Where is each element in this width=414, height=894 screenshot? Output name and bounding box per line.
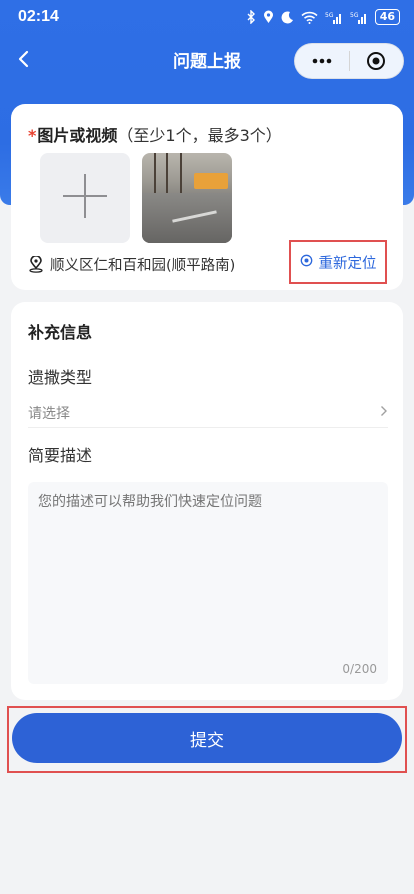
bluetooth-icon [247,10,256,24]
signal-icon: 5G [325,11,343,24]
plus-icon [61,172,109,224]
status-icons: 5G 5G 46 [247,9,400,25]
submit-button[interactable]: 提交 [12,713,402,763]
media-hint: （至少1个，最多3个） [117,126,282,145]
location-text: 顺义区仁和百和园(顺平路南) [50,258,236,274]
wifi-icon [301,11,318,24]
media-thumbnail[interactable] [142,153,232,243]
media-title-text: 图片或视频 [37,126,118,145]
svg-text:5G: 5G [350,12,359,19]
add-media-button[interactable] [40,153,130,243]
required-mark: * [28,126,37,145]
info-title: 补充信息 [28,323,93,342]
relocate-button[interactable]: 重新定位 [289,240,387,284]
description-field[interactable] [28,482,388,684]
target-icon [300,254,313,271]
status-time: 02:14 [18,8,59,25]
relocate-label: 重新定位 [318,255,377,272]
signal-icon: 5G [350,11,368,24]
battery-icon: 46 [374,9,400,25]
media-title: *图片或视频（至少1个，最多3个） [28,122,282,146]
type-placeholder: 请选择 [28,405,70,422]
location-icon [263,10,274,24]
desc-label: 简要描述 [28,446,93,465]
nav-bar: 问题上报 [0,34,414,86]
location-row: 顺义区仁和百和园(顺平路南) [28,254,235,275]
circle-target-icon[interactable] [350,44,404,78]
more-dots-icon[interactable] [295,44,349,78]
moon-icon [281,10,294,24]
chevron-right-icon [380,405,388,421]
svg-text:5G: 5G [325,12,334,19]
location-pin-icon [28,256,44,273]
info-card: 补充信息 遗撒类型 请选择 简要描述 0/200 [11,302,403,700]
char-counter: 0/200 [342,662,377,676]
type-label: 遗撒类型 [28,368,93,387]
type-select[interactable]: 请选择 [28,398,388,428]
media-card: *图片或视频（至少1个，最多3个） 顺义区仁和百和园(顺平路南) 重新定位 [11,104,403,290]
mini-program-capsule [294,43,404,79]
status-bar: 02:14 5G 5G 46 [0,0,414,34]
